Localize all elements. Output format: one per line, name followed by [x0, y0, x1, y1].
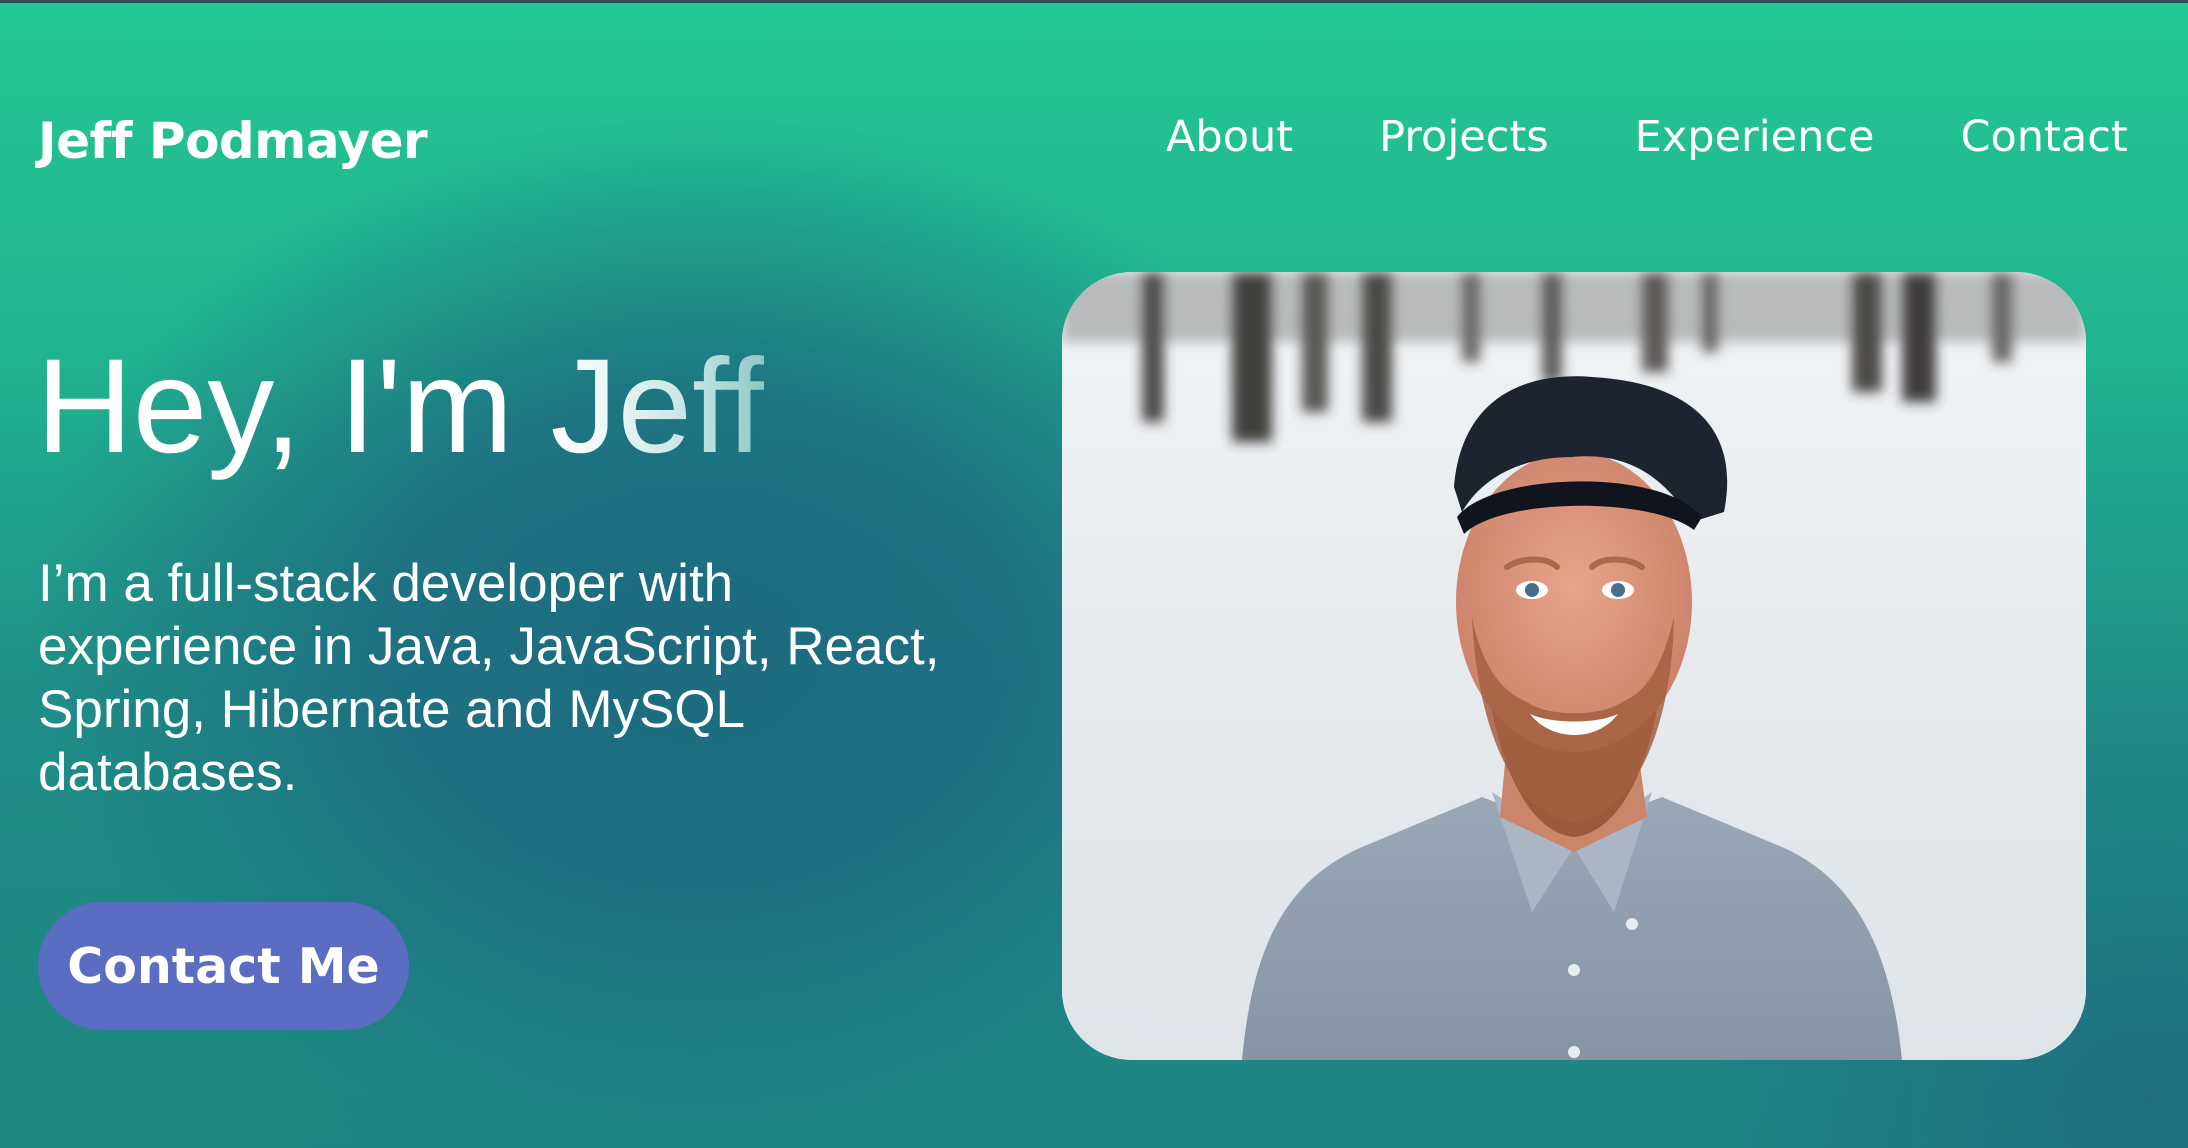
- nav-link-about[interactable]: About: [1166, 112, 1293, 162]
- nav-link-projects[interactable]: Projects: [1379, 112, 1549, 162]
- hero-title-prefix: Hey, I'm: [36, 332, 551, 481]
- hero-description: I’m a full-stack developer with experien…: [38, 554, 940, 802]
- hero-title-name: Jeff: [550, 332, 765, 481]
- nav-link-contact[interactable]: Contact: [1960, 112, 2127, 162]
- profile-photo-illustration: [1062, 272, 2086, 1060]
- contact-me-button[interactable]: Contact Me: [38, 902, 409, 1030]
- hero-title: Hey, I'm Jeff: [36, 340, 764, 474]
- main-nav: About Projects Experience Contact: [1166, 112, 2128, 162]
- profile-photo: [1062, 272, 2086, 1060]
- top-border: [0, 0, 2188, 3]
- site-brand[interactable]: Jeff Podmayer: [38, 112, 428, 170]
- nav-link-experience[interactable]: Experience: [1635, 112, 1875, 162]
